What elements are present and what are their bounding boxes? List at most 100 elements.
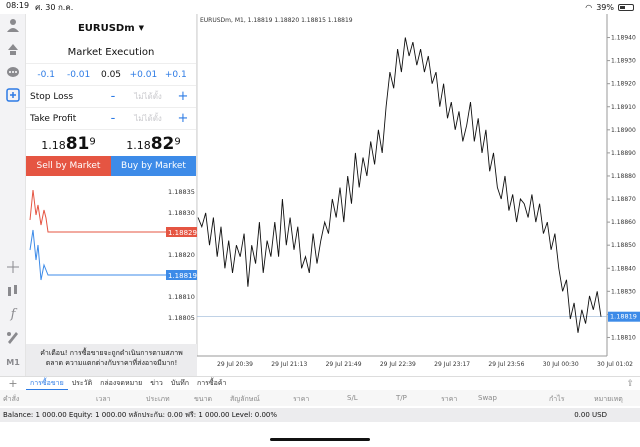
stop-loss-label: Stop Loss bbox=[30, 91, 74, 102]
x-tick-label: 29 Jul 20:39 bbox=[217, 361, 253, 368]
price-line bbox=[197, 37, 602, 333]
col-comment[interactable]: หมายเหตุ bbox=[594, 394, 623, 405]
order-panel: EURUSDm ▼ Market Execution -0.1 -0.01 0.… bbox=[26, 14, 197, 376]
battery-icon bbox=[618, 3, 634, 11]
stop-loss-minus-button[interactable]: - bbox=[104, 89, 122, 104]
col-type[interactable]: ประเภท bbox=[146, 394, 170, 405]
take-profit-minus-button[interactable]: - bbox=[104, 111, 122, 126]
take-profit-plus-button[interactable]: + bbox=[174, 111, 192, 126]
left-toolbar: f M1 bbox=[0, 14, 26, 376]
status-time: 08:19 bbox=[6, 0, 30, 10]
function-icon[interactable]: f bbox=[4, 306, 22, 324]
home-indicator bbox=[270, 438, 370, 441]
tab-trade[interactable]: การซื้อขาย bbox=[26, 378, 68, 390]
y-tick-label: 1.18920 bbox=[611, 81, 636, 88]
y-tick-label: 1.18890 bbox=[611, 150, 636, 157]
volume-plus-0-01[interactable]: +0.01 bbox=[127, 70, 159, 80]
trade-warning: คำเตือน! การซื้อขายจะถูกดำเนินการตามสภาพ… bbox=[26, 344, 197, 376]
tick-chart-y-label: 1.18805 bbox=[168, 314, 195, 322]
tab-news[interactable]: ข่าว bbox=[146, 378, 167, 389]
x-tick-label: 29 Jul 23:56 bbox=[488, 361, 524, 368]
tick-chart-y-label: 1.18810 bbox=[168, 293, 195, 301]
status-bar: 08:19 ศ. 30 ก.ค. ◠ 39% bbox=[0, 0, 640, 14]
col-swap[interactable]: Swap bbox=[478, 394, 497, 402]
col-price-current[interactable]: ราคา bbox=[441, 394, 457, 405]
person-icon[interactable] bbox=[4, 18, 22, 36]
chat-icon[interactable] bbox=[4, 66, 22, 84]
y-tick-label: 1.18810 bbox=[611, 334, 636, 341]
trade-buttons: Sell by Market Buy by Market bbox=[26, 156, 196, 176]
main-chart[interactable]: EURUSDm, M1, 1.18819 1.18820 1.18815 1.1… bbox=[197, 14, 640, 376]
price-display: 1.18819 1.18829 bbox=[26, 130, 196, 156]
tab-trades[interactable]: การซื้อค้า bbox=[193, 378, 231, 389]
volume-minus-0-1[interactable]: -0.1 bbox=[30, 70, 62, 80]
status-date: ศ. 30 ก.ค. bbox=[35, 2, 74, 12]
col-order[interactable]: คำสั่ง bbox=[3, 394, 19, 405]
sell-button[interactable]: Sell by Market bbox=[26, 156, 111, 176]
y-tick-label: 1.18900 bbox=[611, 127, 636, 134]
chevron-down-icon: ▼ bbox=[138, 24, 145, 32]
tick-chart-y-label: 1.18830 bbox=[168, 209, 195, 217]
battery-percent: 39% bbox=[596, 2, 614, 12]
y-tick-label: 1.18840 bbox=[611, 265, 636, 272]
add-icon[interactable]: + bbox=[0, 377, 26, 390]
timeframe-button[interactable]: M1 bbox=[4, 354, 22, 372]
objects-icon[interactable] bbox=[4, 330, 22, 348]
tick-bid-label: 1.18819 bbox=[168, 272, 197, 280]
volume-minus-0-01[interactable]: -0.01 bbox=[62, 70, 94, 80]
symbol-selector[interactable]: EURUSDm ▼ bbox=[26, 14, 196, 42]
col-size[interactable]: ขนาด bbox=[194, 394, 212, 405]
tab-history[interactable]: ประวัติ bbox=[68, 378, 96, 389]
y-tick-label: 1.18860 bbox=[611, 219, 636, 226]
buy-button[interactable]: Buy by Market bbox=[111, 156, 196, 176]
tab-journal[interactable]: บันทึก bbox=[167, 378, 193, 389]
stop-loss-plus-button[interactable]: + bbox=[174, 89, 192, 104]
execution-type[interactable]: Market Execution bbox=[26, 42, 196, 64]
trade-table-header: คำสั่ง เวลา ประเภท ขนาด สัญลักษณ์ ราคา S… bbox=[0, 390, 640, 406]
stop-loss-input[interactable]: ไม่ได้ตั้ง bbox=[122, 90, 174, 103]
bid-price: 1.18819 bbox=[41, 134, 96, 154]
y-tick-label: 1.18870 bbox=[611, 196, 636, 203]
y-tick-label: 1.18940 bbox=[611, 35, 636, 42]
terminal-tabs: + การซื้อขาย ประวัติ กล่องจดหมาย ข่าว บั… bbox=[0, 376, 640, 390]
tick-chart-y-label: 1.18820 bbox=[168, 251, 195, 259]
tick-chart: 1.188351.188301.188251.188201.188151.188… bbox=[26, 180, 197, 340]
tick-chart-y-label: 1.18835 bbox=[168, 188, 195, 196]
col-profit[interactable]: กำไร bbox=[549, 394, 564, 405]
col-sl[interactable]: S/L bbox=[347, 394, 358, 402]
ask-price: 1.18829 bbox=[126, 134, 181, 154]
x-tick-label: 30 Jul 00:30 bbox=[543, 361, 579, 368]
x-tick-label: 30 Jul 01:02 bbox=[597, 361, 633, 368]
balance-bar: Balance: 1 000.00 Equity: 1 000.00 หลักป… bbox=[0, 408, 640, 422]
execution-label: Market Execution bbox=[67, 47, 155, 58]
new-order-icon[interactable] bbox=[4, 88, 22, 106]
tab-mailbox[interactable]: กล่องจดหมาย bbox=[96, 378, 146, 389]
export-icon[interactable]: ⇪ bbox=[626, 379, 640, 389]
stop-loss-row: Stop Loss - ไม่ได้ตั้ง + bbox=[26, 86, 196, 108]
take-profit-input[interactable]: ไม่ได้ตั้ง bbox=[122, 112, 174, 125]
volume-stepper: -0.1 -0.01 0.05 +0.01 +0.1 bbox=[26, 64, 196, 86]
x-tick-label: 29 Jul 22:39 bbox=[380, 361, 416, 368]
main-chart-svg: EURUSDm, M1, 1.18819 1.18820 1.18815 1.1… bbox=[197, 14, 640, 368]
y-tick-label: 1.18880 bbox=[611, 173, 636, 180]
current-price-label: 1.18819 bbox=[610, 313, 637, 321]
wifi-icon: ◠ bbox=[585, 2, 593, 12]
col-price[interactable]: ราคา bbox=[293, 394, 309, 405]
volume-plus-0-1[interactable]: +0.1 bbox=[160, 70, 192, 80]
balance-summary: Balance: 1 000.00 Equity: 1 000.00 หลักป… bbox=[3, 410, 278, 419]
indicator-icon[interactable] bbox=[4, 284, 22, 302]
trade-icon[interactable] bbox=[4, 42, 22, 60]
col-time[interactable]: เวลา bbox=[96, 394, 111, 405]
tick-ask-label: 1.18829 bbox=[168, 229, 197, 237]
tick-ask-line bbox=[29, 189, 176, 233]
chart-title: EURUSDm, M1, 1.18819 1.18820 1.18815 1.1… bbox=[200, 17, 353, 24]
tick-chart-svg: 1.188351.188301.188251.188201.188151.188… bbox=[29, 188, 197, 322]
volume-value[interactable]: 0.05 bbox=[95, 70, 127, 80]
take-profit-label: Take Profit bbox=[30, 113, 77, 124]
col-tp[interactable]: T/P bbox=[396, 394, 407, 402]
symbol-name: EURUSDm bbox=[77, 22, 135, 34]
crosshair-icon[interactable] bbox=[4, 260, 22, 278]
y-tick-label: 1.18930 bbox=[611, 58, 636, 65]
take-profit-row: Take Profit - ไม่ได้ตั้ง + bbox=[26, 108, 196, 130]
col-symbol[interactable]: สัญลักษณ์ bbox=[230, 394, 260, 405]
